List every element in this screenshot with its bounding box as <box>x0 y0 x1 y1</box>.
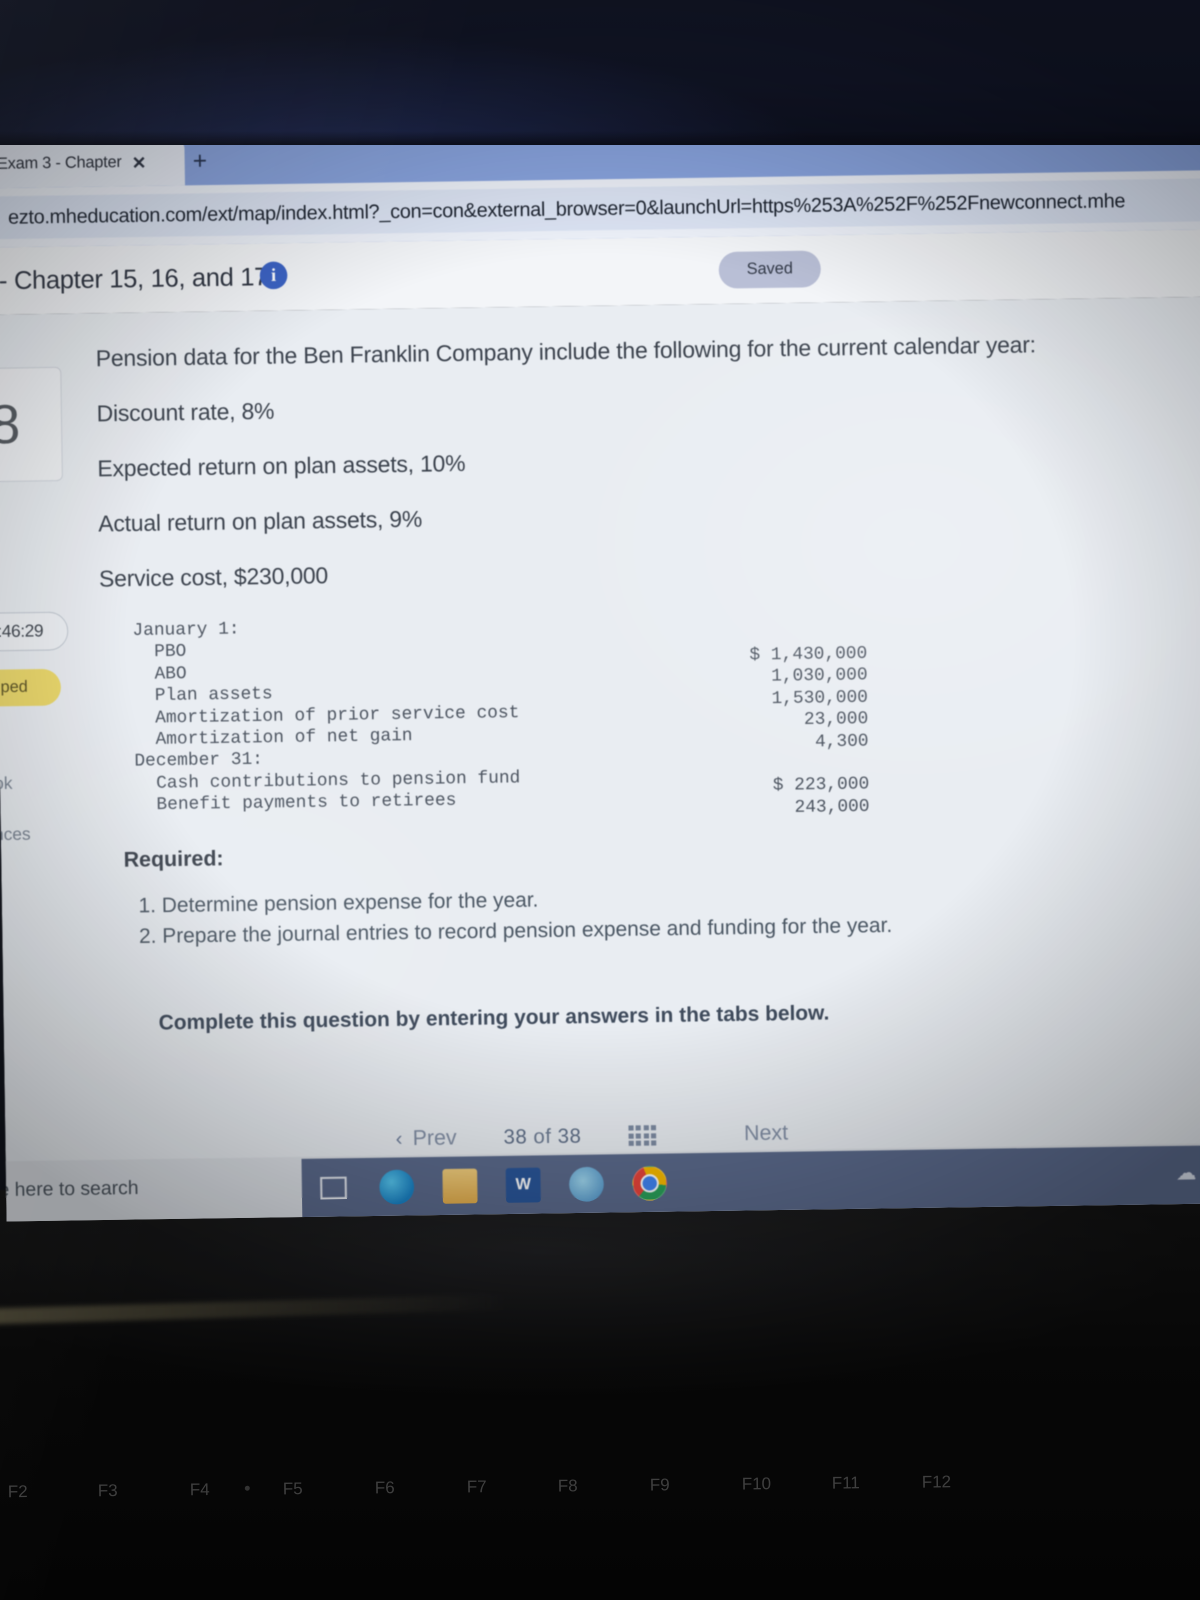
chevron-left-icon: ‹ <box>395 1127 403 1150</box>
close-icon[interactable]: ✕ <box>132 153 147 173</box>
laptop-screen-photo: Exam 3 - Chapter ✕ + ezto.mheducation.co… <box>0 0 1200 1600</box>
laptop-keyboard: F2 F3 F4 F5 F6 F7 F8 F9 F10 F11 F12 <box>0 1190 1200 1600</box>
status-badge-skipped: ipped <box>0 668 62 708</box>
counter-of: of <box>533 1125 552 1148</box>
app-icon[interactable] <box>568 1166 605 1202</box>
chrome-icon[interactable] <box>632 1165 668 1201</box>
function-key-row: F2 F3 F4 F5 F6 F7 F8 F9 F10 F11 F12 <box>0 1470 1200 1543</box>
browser-tab[interactable]: Exam 3 - Chapter ✕ <box>0 138 186 189</box>
next-label: Next <box>743 1121 789 1146</box>
fact-service-cost: Service cost, $230,000 <box>98 562 329 592</box>
required-heading: Required: <box>123 846 224 872</box>
prev-button[interactable]: ‹ Prev <box>395 1126 456 1151</box>
tab-title: Exam 3 - Chapter <box>0 153 122 173</box>
logo-line-1: Mc <box>0 1125 1 1147</box>
exam-timer: 01:46:29 <box>0 611 69 652</box>
sidebar-item-ebook[interactable]: eBook <box>0 774 13 795</box>
grid-icon[interactable] <box>628 1125 657 1146</box>
mcgraw-hill-logo: Mc raw ill <box>0 1120 3 1191</box>
question-page-body: 8 01:46:29 ipped eBook ferences Mc raw i… <box>0 296 1200 1222</box>
sidebar-item-references[interactable]: ferences <box>0 824 31 845</box>
fact-actual-return: Actual return on plan assets, 9% <box>98 506 423 537</box>
screen-bezel-top <box>0 0 1200 145</box>
cloud-icon: ☁ <box>1175 1161 1197 1185</box>
key-f10[interactable]: F10 <box>742 1474 772 1494</box>
key-f12[interactable]: F12 <box>922 1472 952 1492</box>
status-badge-saved: Saved <box>718 250 822 289</box>
next-button[interactable]: Next <box>744 1121 788 1146</box>
address-bar[interactable]: ezto.mheducation.com/ext/map/index.html?… <box>0 177 1200 240</box>
question-counter: 38 of 38 <box>503 1125 581 1150</box>
file-explorer-icon[interactable] <box>442 1168 478 1204</box>
question-number: 8 <box>0 366 63 483</box>
key-f4[interactable]: F4 <box>190 1480 210 1500</box>
logo-line-3: ill <box>0 1167 2 1189</box>
question-content: Pension data for the Ben Franklin Compan… <box>95 298 1126 1036</box>
search-input[interactable]: pe here to search <box>0 1178 139 1203</box>
fact-expected-return: Expected return on plan assets, 10% <box>97 450 466 482</box>
info-icon[interactable]: i <box>259 261 288 290</box>
keyboard-glint <box>0 1291 601 1325</box>
laptop-screen: Exam 3 - Chapter ✕ + ezto.mheducation.co… <box>0 117 1200 1222</box>
key-f6[interactable]: F6 <box>375 1478 395 1498</box>
page-title: 3 - Chapter 15, 16, and 17 <box>0 262 269 296</box>
url-text: ezto.mheducation.com/ext/map/index.html?… <box>7 189 1126 229</box>
fact-discount-rate: Discount rate, 8% <box>96 398 275 427</box>
counter-total: 38 <box>557 1124 582 1148</box>
prev-label: Prev <box>412 1126 457 1151</box>
pension-data-table: January 1: PBO ABO Plan assets Amortizat… <box>132 609 910 818</box>
task-view-icon[interactable] <box>316 1170 351 1205</box>
question-sidebar: 8 01:46:29 ipped eBook ferences Mc raw i… <box>0 314 80 1222</box>
question-intro: Pension data for the Ben Franklin Compan… <box>95 331 1037 372</box>
key-f2[interactable]: F2 <box>8 1482 28 1502</box>
key-f11[interactable]: F11 <box>832 1473 860 1493</box>
counter-current: 38 <box>503 1125 528 1149</box>
system-tray[interactable]: ☁ 73°F Par <box>1176 1159 1200 1186</box>
key-f8[interactable]: F8 <box>558 1476 578 1496</box>
keyboard-indicator-dot <box>244 1485 250 1491</box>
word-icon[interactable]: W <box>505 1167 541 1203</box>
complete-question-note: Complete this question by entering your … <box>158 1000 830 1035</box>
key-f3[interactable]: F3 <box>98 1481 118 1501</box>
edge-icon[interactable] <box>379 1169 415 1205</box>
key-f9[interactable]: F9 <box>650 1475 670 1495</box>
key-f5[interactable]: F5 <box>283 1479 303 1499</box>
required-items: 1. Determine pension expense for the yea… <box>138 876 1124 952</box>
plus-icon[interactable]: + <box>193 147 208 175</box>
logo-line-2: raw <box>0 1146 2 1168</box>
pension-data-values: $ 1,430,000 1,030,000 1,530,000 23,000 4… <box>749 643 870 818</box>
key-f7[interactable]: F7 <box>467 1477 487 1497</box>
